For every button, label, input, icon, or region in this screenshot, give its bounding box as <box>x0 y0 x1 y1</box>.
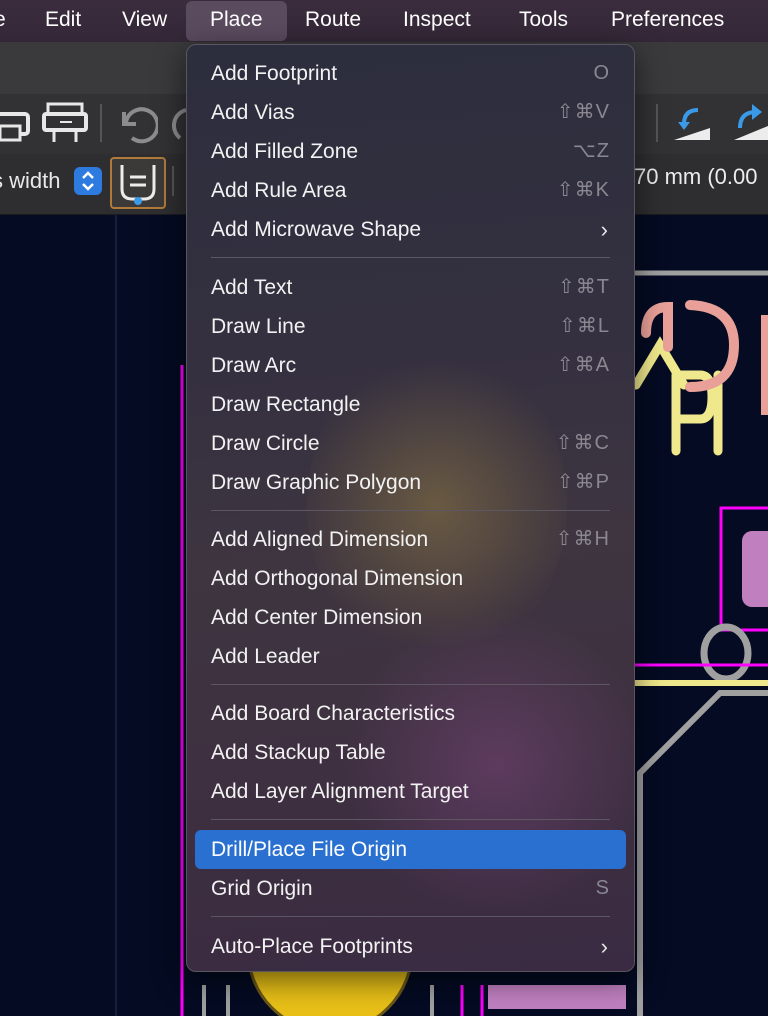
menu-item-add-microwave-shape[interactable]: Add Microwave Shape › <box>195 210 626 249</box>
menu-route[interactable]: Route <box>305 0 361 42</box>
menu-item-draw-arc[interactable]: Draw Arc ⇧⌘A <box>195 346 626 385</box>
menu-item-add-text[interactable]: Add Text ⇧⌘T <box>195 268 626 307</box>
menu-item-add-footprint[interactable]: Add Footprint O <box>195 54 626 93</box>
copper-pad <box>742 531 768 607</box>
menu-separator <box>211 510 610 511</box>
toolbar-divider <box>172 166 174 196</box>
undo-icon[interactable] <box>114 102 158 144</box>
menu-file[interactable]: e <box>0 0 6 42</box>
menu-item-add-orthogonal-dimension[interactable]: Add Orthogonal Dimension <box>195 559 626 598</box>
menu-item-draw-line[interactable]: Draw Line ⇧⌘L <box>195 307 626 346</box>
menu-item-draw-circle[interactable]: Draw Circle ⇧⌘C <box>195 424 626 463</box>
print-icon[interactable] <box>0 100 34 146</box>
chevron-right-icon: › <box>600 217 608 242</box>
menu-item-add-vias[interactable]: Add Vias ⇧⌘V <box>195 93 626 132</box>
toolbar-divider <box>656 104 658 142</box>
menu-item-grid-origin[interactable]: Grid Origin S <box>195 869 626 908</box>
menu-item-add-rule-area[interactable]: Add Rule Area ⇧⌘K <box>195 171 626 210</box>
toolbar-divider <box>100 104 102 142</box>
plot-icon[interactable] <box>42 100 90 146</box>
menu-separator <box>211 916 610 917</box>
menu-item-add-leader[interactable]: Add Leader <box>195 637 626 676</box>
redo-icon[interactable] <box>168 102 188 144</box>
stepper-icon[interactable] <box>74 167 102 195</box>
flip-board-icon[interactable] <box>670 100 716 146</box>
menu-item-add-stackup-table[interactable]: Add Stackup Table <box>195 733 626 772</box>
menu-item-add-board-characteristics[interactable]: Add Board Characteristics <box>195 694 626 733</box>
track-width-select-label: s width <box>0 168 61 193</box>
menu-preferences[interactable]: Preferences <box>611 0 724 42</box>
footprint-outline <box>637 690 768 1016</box>
menu-separator <box>211 819 610 820</box>
menu-item-add-filled-zone[interactable]: Add Filled Zone ⌥Z <box>195 132 626 171</box>
menu-item-auto-place-footprints[interactable]: Auto-Place Footprints › <box>195 927 626 966</box>
menu-item-drill-place-file-origin[interactable]: Drill/Place File Origin <box>195 830 626 869</box>
place-menu-dropdown: Add Footprint O Add Vias ⇧⌘V Add Filled … <box>186 44 635 972</box>
track-width-icon[interactable] <box>110 157 166 209</box>
menu-bar: e Edit View Place Route Inspect Tools Pr… <box>0 0 768 42</box>
menu-inspect[interactable]: Inspect <box>403 0 471 42</box>
menu-item-add-aligned-dimension[interactable]: Add Aligned Dimension ⇧⌘H <box>195 520 626 559</box>
chevron-right-icon: › <box>600 934 608 959</box>
rotate-board-icon[interactable] <box>726 100 768 146</box>
menu-separator <box>211 257 610 258</box>
menu-view[interactable]: View <box>122 0 167 42</box>
menu-tools[interactable]: Tools <box>519 0 568 42</box>
menu-item-draw-rectangle[interactable]: Draw Rectangle <box>195 385 626 424</box>
menu-place[interactable]: Place <box>186 1 287 41</box>
menu-separator <box>211 684 610 685</box>
menu-edit[interactable]: Edit <box>45 0 81 42</box>
menu-item-draw-graphic-polygon[interactable]: Draw Graphic Polygon ⇧⌘P <box>195 463 626 502</box>
menu-item-add-layer-alignment-target[interactable]: Add Layer Alignment Target <box>195 772 626 811</box>
track-width-readout: 70 mm (0.00 <box>634 164 758 189</box>
menu-item-add-center-dimension[interactable]: Add Center Dimension <box>195 598 626 637</box>
